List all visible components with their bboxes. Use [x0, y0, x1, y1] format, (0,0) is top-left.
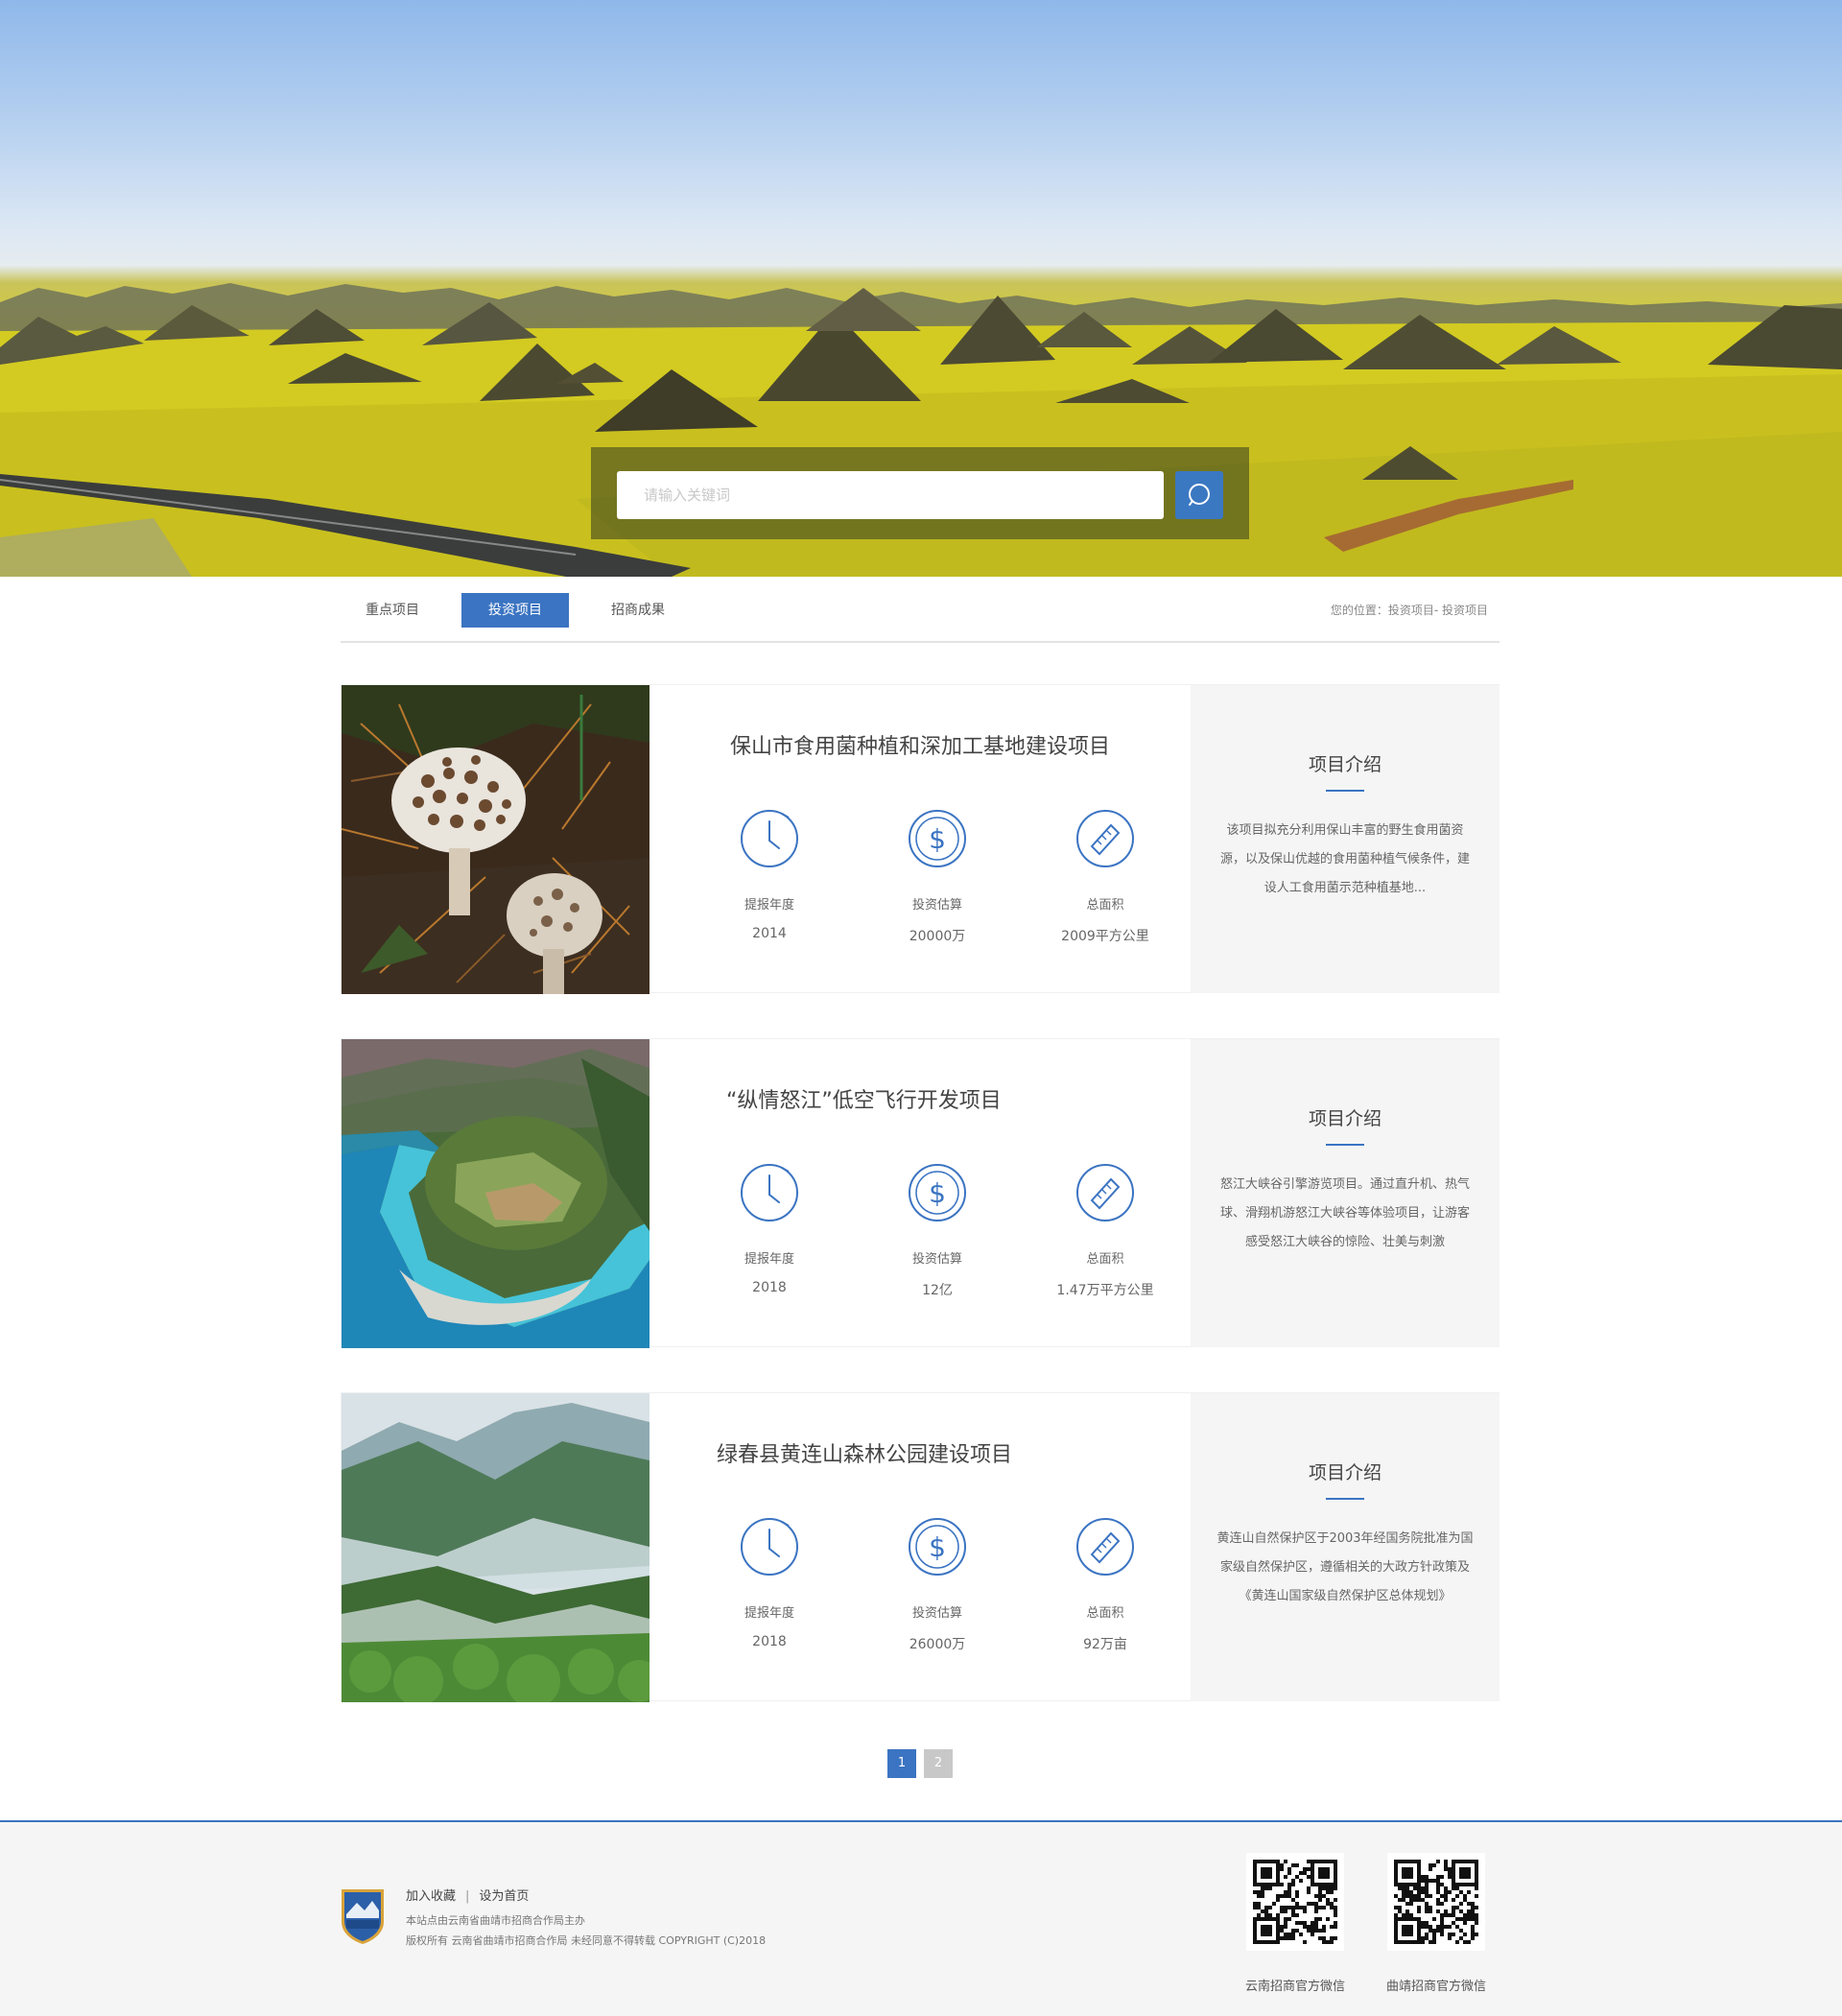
dollar-icon: $ — [909, 810, 966, 867]
stat-year: 提报年度 2014 — [688, 808, 851, 941]
footer-copyright: 版权所有 云南省曲靖市招商合作局 未经同意不得转载 COPYRIGHT (C)2… — [406, 1934, 767, 1947]
search-bar — [591, 447, 1249, 539]
qr-label-yunnan: 云南招商官方微信 — [1244, 1980, 1345, 1994]
svg-text:$: $ — [929, 1177, 946, 1209]
set-homepage-link[interactable]: 设为首页 — [479, 1889, 529, 1904]
project-summary: 绿春县黄连山森林公园建设项目 提报年度 2018 $ 投资估算 26000万 总… — [649, 1393, 1191, 1702]
clock-icon — [741, 810, 798, 867]
stat-value: 92万亩 — [1083, 1637, 1127, 1652]
intro-underline — [1326, 1498, 1364, 1500]
stat-label: 投资估算 — [911, 1252, 962, 1267]
stat-value: 2018 — [752, 1280, 787, 1295]
clock-icon — [741, 1518, 798, 1576]
project-card[interactable]: 绿春县黄连山森林公园建设项目 提报年度 2018 $ 投资估算 26000万 总… — [341, 1392, 1500, 1702]
svg-text:$: $ — [929, 1531, 946, 1563]
search-button[interactable] — [1175, 471, 1223, 519]
hero-banner — [0, 0, 1842, 577]
stat-label: 投资估算 — [911, 898, 962, 913]
svg-text:$: $ — [929, 823, 946, 855]
search-input[interactable] — [617, 471, 1164, 519]
stat-value: 20000万 — [909, 929, 966, 944]
project-card[interactable]: “纵情怒江”低空飞行开发项目 提报年度 2018 $ 投资估算 12亿 总面积 … — [341, 1038, 1500, 1348]
intro-text: 怒江大峡谷引擎游览项目。通过直升机、热气球、滑翔机游怒江大峡谷等体验项目，让游客… — [1219, 1177, 1470, 1249]
stat-label: 总面积 — [1086, 1252, 1124, 1267]
tab-investment-projects[interactable]: 投资项目 — [461, 593, 569, 628]
dollar-icon: $ — [909, 1164, 966, 1221]
qr-code-qujing — [1387, 1853, 1485, 1951]
qr-label-qujing: 曲靖招商官方微信 — [1385, 1980, 1486, 1994]
stat-investment: $ 投资估算 20000万 — [856, 808, 1019, 945]
stat-year: 提报年度 2018 — [688, 1516, 851, 1649]
project-summary: 保山市食用菌种植和深加工基地建设项目 提报年度 2014 $ 投资估算 2000… — [649, 685, 1191, 994]
footer-sponsor-text: 本站点由云南省曲靖市招商合作局主办 — [406, 1914, 585, 1927]
dollar-icon: $ — [909, 1518, 966, 1576]
intro-text: 黄连山自然保护区于2003年经国务院批准为国家级自然保护区，遵循相关的大政方针政… — [1216, 1531, 1474, 1603]
project-intro: 项目介绍 该项目拟充分利用保山丰富的野生食用菌资源，以及保山优越的食用菌种植气候… — [1191, 685, 1500, 993]
stat-value: 2009平方公里 — [1061, 929, 1149, 944]
tab-key-projects[interactable]: 重点项目 — [341, 593, 444, 628]
link-separator: | — [465, 1889, 470, 1904]
project-title[interactable]: “纵情怒江”低空飞行开发项目 — [726, 1083, 1267, 1114]
stat-label: 提报年度 — [744, 898, 794, 913]
stat-area: 总面积 2009平方公里 — [1024, 808, 1187, 945]
clock-icon — [741, 1164, 798, 1221]
intro-text: 该项目拟充分利用保山丰富的野生食用菌资源，以及保山优越的食用菌种植气候条件，建设… — [1219, 823, 1470, 895]
project-intro: 项目介绍 黄连山自然保护区于2003年经国务院批准为国家级自然保护区，遵循相关的… — [1191, 1393, 1500, 1701]
stat-value: 2014 — [752, 926, 787, 941]
tab-achievements[interactable]: 招商成果 — [586, 593, 690, 628]
project-card[interactable]: 保山市食用菌种植和深加工基地建设项目 提报年度 2014 $ 投资估算 2000… — [341, 684, 1500, 994]
intro-heading: 项目介绍 — [1308, 1462, 1382, 1483]
stat-value: 2018 — [752, 1634, 787, 1649]
tab-bar: 重点项目 投资项目 招商成果 您的位置：投资项目- 投资项目 — [341, 593, 1500, 643]
ruler-icon — [1076, 810, 1134, 867]
project-title[interactable]: 保山市食用菌种植和深加工基地建设项目 — [649, 729, 1191, 760]
stat-investment: $ 投资估算 12亿 — [856, 1162, 1019, 1299]
intro-underline — [1326, 1144, 1364, 1146]
project-intro: 项目介绍 怒江大峡谷引擎游览项目。通过直升机、热气球、滑翔机游怒江大峡谷等体验项… — [1191, 1039, 1500, 1347]
qr-code-yunnan — [1246, 1853, 1344, 1951]
footer-links: 加入收藏 | 设为首页 — [406, 1886, 529, 1904]
page-1-button[interactable]: 1 — [887, 1749, 916, 1778]
add-favorite-link[interactable]: 加入收藏 — [406, 1889, 456, 1904]
project-photo-forest — [342, 1393, 649, 1702]
search-icon — [1189, 484, 1210, 506]
stat-year: 提报年度 2018 — [688, 1162, 851, 1295]
stat-investment: $ 投资估算 26000万 — [856, 1516, 1019, 1653]
institution-badge-logo — [342, 1889, 384, 1944]
stat-label: 总面积 — [1086, 1606, 1124, 1621]
ruler-icon — [1076, 1518, 1134, 1576]
stat-value: 26000万 — [909, 1637, 966, 1652]
intro-heading: 项目介绍 — [1308, 754, 1382, 775]
intro-underline — [1326, 790, 1364, 792]
stat-label: 提报年度 — [744, 1606, 794, 1621]
project-photo-river-bend — [342, 1039, 649, 1348]
project-photo-mushroom — [342, 685, 649, 994]
stat-area: 总面积 92万亩 — [1024, 1516, 1187, 1653]
stat-value: 12亿 — [922, 1283, 953, 1298]
intro-heading: 项目介绍 — [1308, 1108, 1382, 1129]
stat-label: 总面积 — [1086, 898, 1124, 913]
stat-label: 投资估算 — [911, 1606, 962, 1621]
ruler-icon — [1076, 1164, 1134, 1221]
project-summary: “纵情怒江”低空飞行开发项目 提报年度 2018 $ 投资估算 12亿 总面积 … — [649, 1039, 1191, 1348]
stat-area: 总面积 1.47万平方公里 — [1024, 1162, 1187, 1299]
footer: 加入收藏 | 设为首页 本站点由云南省曲靖市招商合作局主办 版权所有 云南省曲靖市招… — [0, 1820, 1842, 2016]
page-2-button[interactable]: 2 — [924, 1749, 953, 1778]
stat-label: 提报年度 — [744, 1252, 794, 1267]
stat-value: 1.47万平方公里 — [1056, 1283, 1154, 1298]
breadcrumb: 您的位置：投资项目- 投资项目 — [1330, 604, 1488, 617]
project-title[interactable]: 绿春县黄连山森林公园建设项目 — [717, 1437, 1258, 1468]
